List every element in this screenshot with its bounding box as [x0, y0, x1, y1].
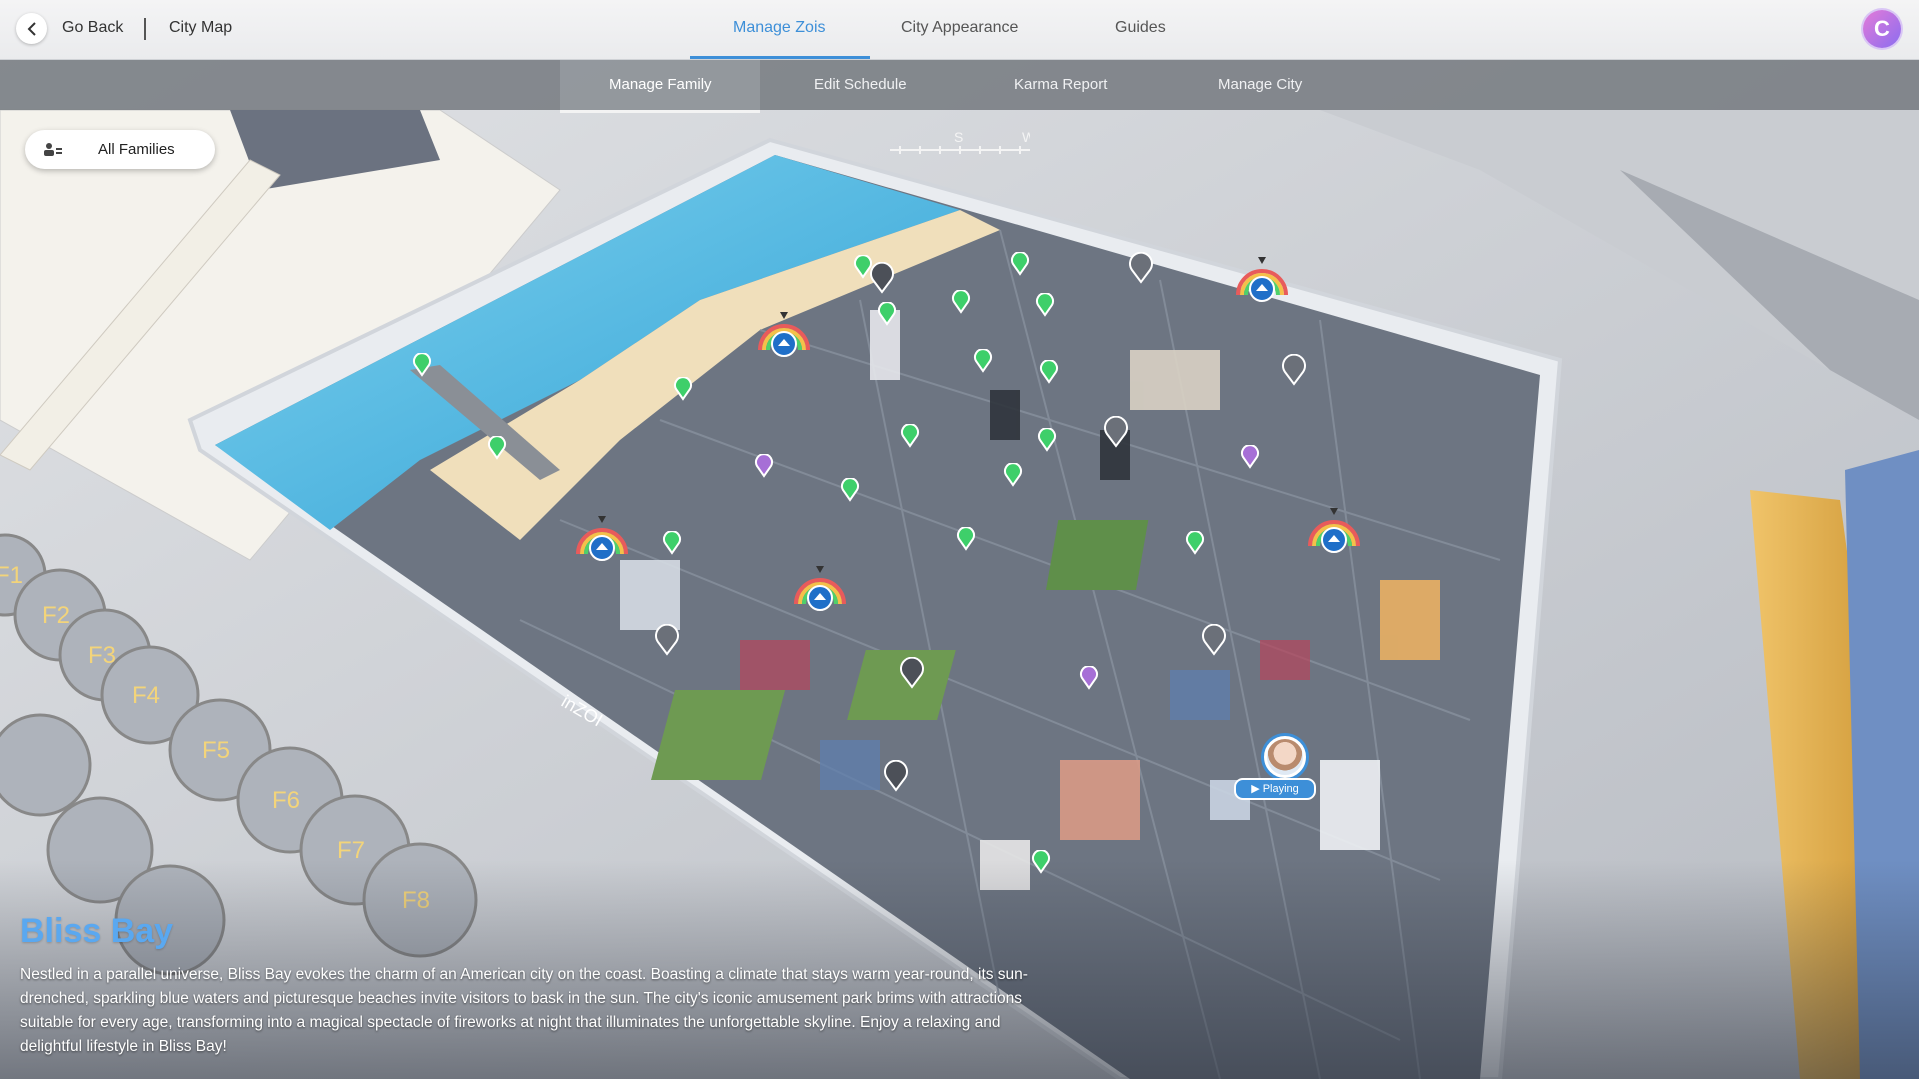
subtab-edit-schedule[interactable]: Edit Schedule — [814, 76, 907, 93]
city-map-scene: inZOI F1 F2 F3 F4 F5 F6 F7 F8 — [0, 0, 1919, 1079]
sub-navigation: Manage Family Edit Schedule Karma Report… — [0, 60, 1919, 113]
active-tab-indicator — [690, 56, 870, 59]
city-name: Bliss Bay — [20, 912, 174, 950]
subtab-karma-report[interactable]: Karma Report — [1014, 76, 1107, 93]
lot-marker-green[interactable] — [956, 526, 976, 556]
lot-marker-gray[interactable] — [882, 759, 910, 797]
lot-marker-green[interactable] — [1039, 359, 1059, 389]
lot-marker-green[interactable] — [1037, 427, 1057, 457]
city-description: Nestled in a parallel universe, Bliss Ba… — [20, 966, 1028, 1055]
chevron-left-icon — [27, 21, 36, 36]
family-home-marker[interactable] — [572, 514, 632, 569]
lot-marker-green[interactable] — [1031, 849, 1051, 879]
profile-initial: C — [1874, 16, 1890, 41]
lot-marker-gray[interactable] — [1280, 353, 1308, 391]
compass-s: S — [954, 129, 963, 145]
compass: S W — [890, 128, 1036, 158]
go-back-label[interactable]: Go Back — [62, 19, 123, 37]
lot-marker-green[interactable] — [662, 530, 682, 560]
family-filter-icon — [43, 142, 63, 163]
lot-marker-gray[interactable] — [1102, 415, 1130, 453]
tab-city-appearance[interactable]: City Appearance — [901, 19, 1018, 37]
lot-marker-green[interactable] — [840, 477, 860, 507]
lot-marker-green[interactable] — [1010, 251, 1030, 281]
key-label: F5 — [202, 737, 230, 764]
subtab-manage-city[interactable]: Manage City — [1218, 76, 1302, 93]
lot-marker-green[interactable] — [973, 348, 993, 378]
tab-manage-zois[interactable]: Manage Zois — [733, 19, 826, 37]
lot-marker-green[interactable] — [1035, 292, 1055, 322]
lot-marker-purple[interactable] — [754, 453, 774, 483]
lot-marker-green[interactable] — [900, 423, 920, 453]
family-home-marker[interactable] — [790, 564, 850, 619]
tab-guides[interactable]: Guides — [1115, 19, 1166, 37]
lot-marker-gray[interactable] — [653, 623, 681, 661]
filter-label: All Families — [98, 141, 175, 158]
lot-marker-purple[interactable] — [1079, 665, 1099, 695]
lot-marker-green[interactable] — [487, 435, 507, 465]
key-label: F1 — [0, 562, 23, 589]
lot-marker-green[interactable] — [877, 301, 897, 331]
family-home-marker[interactable] — [1232, 255, 1292, 310]
key-label: F4 — [132, 682, 160, 709]
compass-w: W — [1022, 129, 1030, 145]
lot-marker-gray[interactable] — [1127, 251, 1155, 289]
lot-marker-green[interactable] — [951, 289, 971, 319]
breadcrumb-city-map: City Map — [169, 19, 233, 36]
playing-badge: ▶ Playing — [1234, 778, 1316, 800]
lot-marker-gray[interactable] — [898, 656, 926, 694]
all-families-filter[interactable]: All Families — [25, 130, 215, 169]
playing-label: Playing — [1262, 783, 1299, 795]
key-label: F6 — [272, 787, 300, 814]
lot-marker-gray[interactable] — [1200, 623, 1228, 661]
lot-marker-purple[interactable] — [1240, 444, 1260, 474]
lot-marker-green[interactable] — [673, 376, 693, 406]
profile-avatar[interactable]: C — [1863, 10, 1901, 48]
lot-marker-green[interactable] — [412, 352, 432, 382]
key-label: F3 — [88, 642, 116, 669]
back-button[interactable] — [16, 13, 47, 44]
subtab-manage-family[interactable]: Manage Family — [609, 76, 712, 93]
lot-marker-green[interactable] — [1003, 462, 1023, 492]
top-bar: Go Back City Map Manage Zois City Appear… — [0, 0, 1919, 60]
lot-marker-gray[interactable] — [868, 261, 896, 299]
family-home-marker[interactable] — [1304, 506, 1364, 561]
family-home-marker[interactable] — [754, 310, 814, 365]
divider — [144, 18, 146, 40]
zoi-portrait — [1264, 736, 1306, 778]
lot-marker-green[interactable] — [1185, 530, 1205, 560]
key-label: F2 — [42, 602, 70, 629]
